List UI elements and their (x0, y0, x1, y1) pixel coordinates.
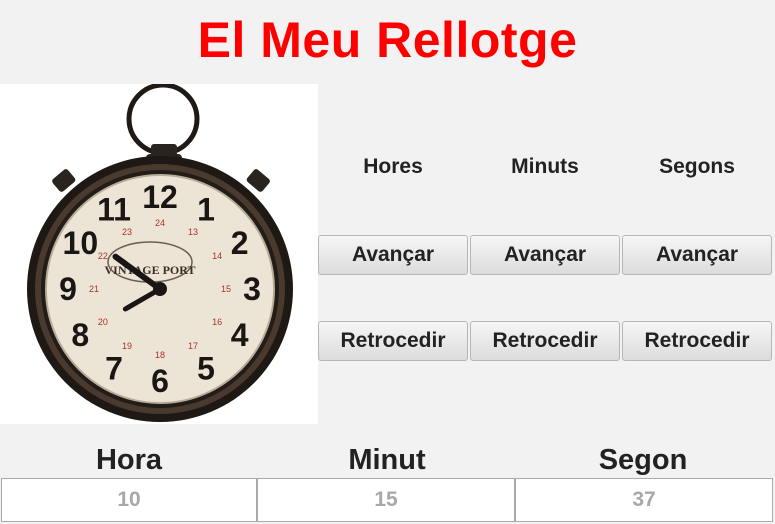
hours-advance-button[interactable]: Avançar (318, 235, 468, 275)
hour-label: Hora (95, 444, 163, 476)
clock-inner-numeral: 21 (89, 284, 99, 294)
clock-numeral: 11 (97, 191, 131, 227)
clock-inner-numeral: 14 (212, 251, 222, 261)
seconds-back-button[interactable]: Retrocedir (622, 321, 772, 361)
clock-numeral: 2 (231, 225, 249, 261)
clock-inner-numeral: 15 (221, 284, 231, 294)
hour-value-field[interactable]: 10 (1, 478, 257, 522)
clock-inner-numeral: 22 (98, 251, 108, 261)
clock-inner-numeral: 16 (212, 317, 222, 327)
clock-numeral: 8 (71, 317, 89, 353)
clock-inner-numeral: 13 (188, 227, 198, 237)
clock-image: 12 1 2 3 4 5 6 7 8 9 10 11 24 13 14 15 16 17 18 19 20 21 22 23… (0, 84, 318, 424)
second-label: Segon (598, 444, 688, 476)
clock-inner-numeral: 18 (155, 350, 165, 360)
hours-column-label: Hores (363, 155, 423, 178)
clock-inner-numeral: 20 (98, 317, 108, 327)
clock-inner-numeral: 19 (122, 341, 132, 351)
clock-numeral: 9 (59, 271, 77, 307)
second-value-field[interactable]: 37 (515, 478, 773, 522)
clock-numeral: 5 (197, 351, 215, 387)
minutes-advance-button[interactable]: Avançar (470, 235, 620, 275)
minutes-back-button[interactable]: Retrocedir (470, 321, 620, 361)
clock-numeral: 3 (243, 271, 261, 307)
pocket-watch-icon: 12 1234567891011 241314151617181920212223… (27, 84, 293, 422)
clock-numeral: 1 (197, 191, 215, 227)
clock-inner-numeral: 17 (188, 341, 198, 351)
hours-back-button[interactable]: Retrocedir (318, 321, 468, 361)
clock-inner-numeral: 23 (122, 227, 132, 237)
clock-numeral: 7 (105, 351, 123, 387)
clock-numeral: 4 (231, 317, 249, 353)
seconds-column-label: Segons (659, 155, 735, 178)
page-title: El Meu Rellotge (197, 12, 578, 68)
minutes-column-label: Minuts (511, 155, 579, 178)
seconds-advance-button[interactable]: Avançar (622, 235, 772, 275)
clock-inner-numeral: 24 (155, 218, 165, 228)
clock-numeral: 12 (142, 179, 178, 215)
clock-brand-text: VINTAGE PORT (104, 263, 195, 277)
minute-label: Minut (348, 444, 426, 476)
clock-numeral: 10 (63, 225, 99, 261)
minute-value-field[interactable]: 15 (257, 478, 515, 522)
clock-numeral: 6 (151, 363, 169, 399)
